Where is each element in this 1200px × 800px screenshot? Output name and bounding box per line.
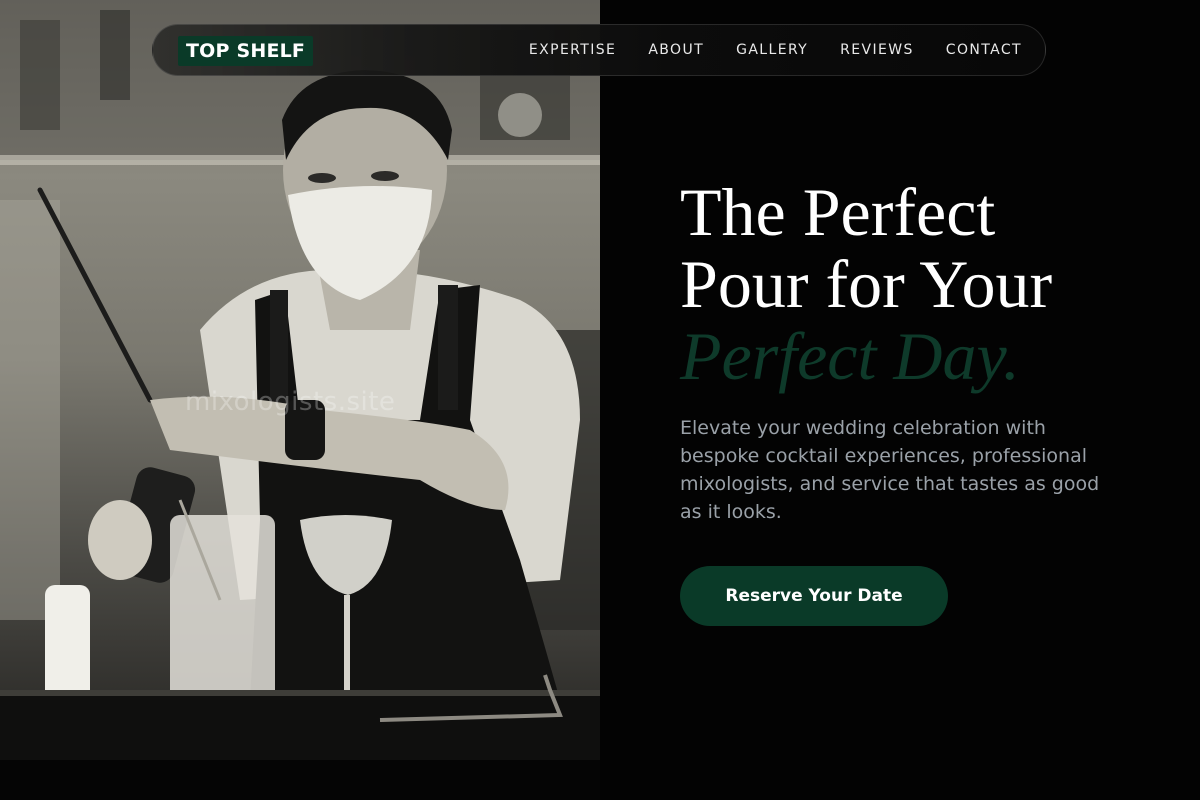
headline-line-1: The Perfect: [680, 174, 996, 250]
hero-text-panel: [600, 0, 1200, 800]
hero-photo-bartender: mixologists.site: [0, 0, 600, 800]
hero-headline: The Perfect Pour for Your Perfect Day.: [680, 176, 1052, 392]
headline-accent: Perfect Day.: [680, 318, 1020, 394]
nav-link-expertise[interactable]: EXPERTISE: [529, 42, 616, 58]
reserve-date-button[interactable]: Reserve Your Date: [680, 566, 948, 626]
nav-link-reviews[interactable]: REVIEWS: [840, 42, 914, 58]
nav-link-gallery[interactable]: GALLERY: [736, 42, 808, 58]
watermark-text: mixologists.site: [185, 387, 396, 417]
nav-link-about[interactable]: ABOUT: [648, 42, 704, 58]
top-navbar: TOP SHELF EXPERTISE ABOUT GALLERY REVIEW…: [152, 24, 1046, 76]
nav-links: EXPERTISE ABOUT GALLERY REVIEWS CONTACT: [529, 25, 1022, 75]
nav-link-contact[interactable]: CONTACT: [946, 42, 1022, 58]
brand-logo[interactable]: TOP SHELF: [178, 36, 314, 66]
hero-subtitle: Elevate your wedding celebration with be…: [680, 417, 1100, 523]
headline-line-2: Pour for Your: [680, 246, 1053, 322]
